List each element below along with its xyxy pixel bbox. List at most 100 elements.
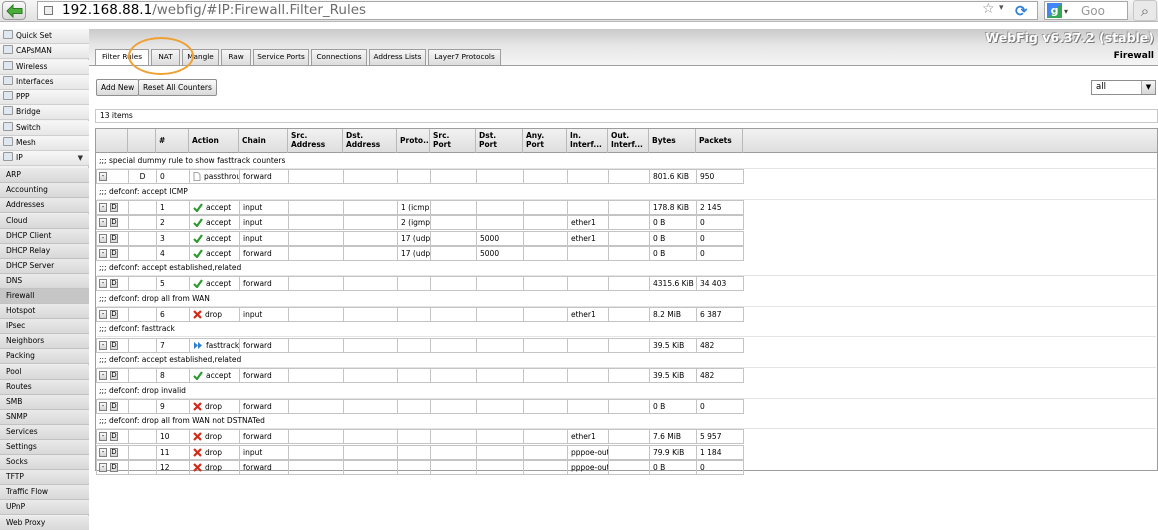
toggle-minus-button[interactable]: - (99, 248, 107, 258)
sidebar-subitem-hotspot[interactable]: Hotspot (0, 304, 89, 320)
table-row[interactable]: - D 1 accept input 1 (icmp) 178.8 KiB 2 145 (96, 199, 744, 216)
table-cell[interactable]: -D (96, 230, 129, 246)
sidebar-subitem-accounting[interactable]: Accounting (0, 183, 89, 199)
toggle-minus-button[interactable]: - (99, 233, 107, 243)
sidebar-subitem-packing[interactable]: Packing (0, 349, 89, 365)
table-cell[interactable]: -D (96, 307, 129, 322)
column-header[interactable]: Out. Interf... (608, 129, 649, 153)
table-row[interactable]: - D 2 accept input 2 (igmp) ether1 0 B 0 (96, 215, 744, 231)
disable-button[interactable]: D (110, 218, 118, 228)
table-row[interactable]: -D 11 drop input pppoe-out1 79.9 KiB 1 184 (96, 444, 744, 461)
table-cell[interactable]: -D (96, 337, 129, 353)
table-cell[interactable]: -D (96, 460, 129, 475)
column-header[interactable] (96, 129, 128, 153)
tab-raw[interactable]: Raw (221, 49, 251, 65)
sidebar-item-wireless[interactable]: Wireless (0, 59, 89, 75)
sidebar-subitem-upnp[interactable]: UPnP (0, 500, 89, 516)
search-box[interactable]: g ▾ Goo (1044, 1, 1128, 20)
disable-button[interactable]: D (110, 248, 118, 258)
sidebar-subitem-settings[interactable]: Settings (0, 440, 89, 456)
sidebar-item-ppp[interactable]: PPP (0, 90, 89, 105)
table-row[interactable]: -D 12 drop forward pppoe-out1 0 B 0 (96, 460, 744, 476)
reset-all-counters-button[interactable]: Reset All Counters (138, 79, 217, 96)
toggle-minus-button[interactable]: - (99, 432, 107, 442)
disable-button[interactable]: D (110, 371, 118, 381)
column-header[interactable]: In. Interf... (567, 129, 608, 153)
table-cell[interactable]: -D (96, 276, 129, 292)
disable-button[interactable]: D (110, 233, 118, 243)
sidebar-subitem-neighbors[interactable]: Neighbors (0, 334, 89, 350)
column-header[interactable]: Any. Port (523, 129, 567, 153)
sidebar-subitem-snmp[interactable]: SNMP (0, 409, 89, 425)
add-new-button[interactable]: Add New (96, 79, 140, 96)
sidebar-subitem-arp[interactable]: ARP (0, 168, 89, 184)
column-header[interactable]: Action (189, 129, 239, 153)
sidebar-subitem-dns[interactable]: DNS (0, 273, 89, 289)
tab-address-lists[interactable]: Address Lists (369, 49, 426, 65)
toggle-minus-button[interactable]: - (99, 279, 107, 289)
sidebar-subitem-tftp[interactable]: TFTP (0, 470, 89, 486)
search-input[interactable]: Goo (1081, 4, 1105, 18)
ip-expand-icon[interactable]: ▼ (78, 151, 83, 165)
tab-layer7-protocols[interactable]: Layer7 Protocols (428, 49, 501, 65)
toggle-minus-button[interactable]: - (99, 401, 107, 411)
column-header[interactable]: Chain (239, 129, 288, 153)
search-magnifier-icon[interactable]: ⌕ (1133, 0, 1157, 21)
toggle-minus-button[interactable]: - (99, 447, 107, 457)
column-header[interactable]: Proto... (397, 129, 430, 153)
filter-select[interactable]: all ▼ (1091, 80, 1156, 95)
sidebar-subitem-dhcp-client[interactable]: DHCP Client (0, 228, 89, 244)
table-cell[interactable]: -D (96, 398, 129, 414)
sidebar-subitem-firewall[interactable]: Firewall (0, 289, 89, 305)
table-row[interactable]: - D 8 accept forward 39.5 KiB 482 (96, 368, 744, 384)
table-cell[interactable]: -D (96, 215, 129, 231)
sidebar-subitem-dhcp-server[interactable]: DHCP Server (0, 258, 89, 274)
table-row[interactable]: - D 6 drop input ether1 8.2 MiB 6 387 (96, 307, 744, 323)
toggle-minus-button[interactable]: - (99, 310, 107, 319)
search-engine-dropdown-icon[interactable]: ▾ (1064, 7, 1068, 16)
sidebar-item-interfaces[interactable]: Interfaces (0, 74, 89, 90)
table-cell[interactable]: - (96, 169, 129, 185)
sidebar-subitem-ipsec[interactable]: IPsec (0, 319, 89, 335)
sidebar-subitem-addresses[interactable]: Addresses (0, 198, 89, 214)
column-header[interactable]: Packets (696, 129, 743, 153)
toggle-minus-button[interactable]: - (99, 218, 107, 228)
table-row[interactable]: - D 7 fasttrack forward 39.5 KiB 482 (96, 337, 744, 354)
table-cell[interactable]: -D (96, 245, 129, 261)
sidebar-subitem-web-proxy[interactable]: Web Proxy (0, 515, 89, 530)
disable-button[interactable]: D (110, 463, 118, 472)
table-row[interactable]: - D 3 accept input 17 (udp) 5000 ether1 0 B 0 (96, 230, 744, 247)
sidebar-item-mesh[interactable]: Mesh (0, 135, 89, 151)
table-row[interactable]: - D 0 passthrough forward 801.6 KiB 950 (96, 169, 744, 185)
disable-button[interactable]: D (110, 432, 118, 442)
sidebar-item-ip[interactable]: IP ▼ (0, 151, 89, 166)
column-header[interactable]: Src. Port (430, 129, 476, 153)
sidebar-item-capsman[interactable]: CAPsMAN (0, 44, 89, 60)
table-cell[interactable]: -D (96, 429, 129, 445)
disable-button[interactable]: D (110, 447, 118, 457)
column-header[interactable]: Dst. Port (476, 129, 523, 153)
table-row[interactable]: - D 4 accept forward 17 (udp) 5000 0 B 0 (96, 245, 744, 262)
disable-button[interactable]: D (110, 310, 118, 319)
tab-connections[interactable]: Connections (311, 49, 367, 65)
sidebar-item-switch[interactable]: Switch (0, 120, 89, 136)
sidebar-subitem-routes[interactable]: Routes (0, 379, 89, 395)
toggle-minus-button[interactable]: - (99, 202, 107, 212)
sidebar-subitem-services[interactable]: Services (0, 424, 89, 440)
sidebar-subitem-dhcp-relay[interactable]: DHCP Relay (0, 243, 89, 259)
column-header[interactable]: Bytes (649, 129, 696, 153)
reload-icon[interactable]: ⟳ (1015, 2, 1028, 20)
column-header[interactable]: # (156, 129, 189, 153)
toggle-minus-button[interactable]: - (99, 371, 107, 381)
disable-button[interactable]: D (110, 202, 118, 212)
address-bar[interactable]: 192.168.88.1/webfig/#IP:Firewall.Filter_… (37, 1, 1038, 20)
table-row[interactable]: - D 10 drop forward ether1 7.6 MiB 5 957 (96, 429, 744, 445)
tab-service-ports[interactable]: Service Ports (253, 49, 309, 65)
sidebar-subitem-pool[interactable]: Pool (0, 364, 89, 380)
disable-button[interactable]: D (110, 340, 118, 350)
sidebar-subitem-traffic-flow[interactable]: Traffic Flow (0, 485, 89, 501)
toggle-minus-button[interactable]: - (99, 340, 107, 350)
back-button[interactable] (2, 1, 26, 20)
column-header[interactable] (128, 129, 156, 153)
disable-button[interactable]: D (110, 279, 118, 289)
